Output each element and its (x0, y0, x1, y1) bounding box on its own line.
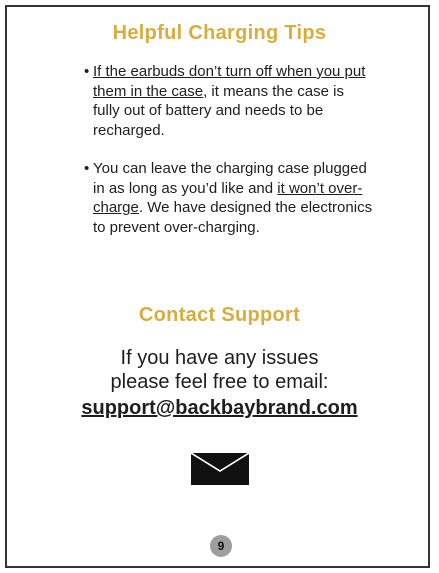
charging-tips-heading: Helpful Charging Tips (112, 22, 327, 44)
contact-line-1: If you have any issues (120, 347, 319, 369)
page-number-badge: 9 (210, 535, 232, 557)
contact-block: If you have any issues please feel free … (0, 346, 439, 420)
support-email-link[interactable]: support@backbaybrand.com (81, 396, 357, 420)
contact-support-heading: Contact Support (138, 304, 301, 326)
bullet-icon: • (84, 63, 90, 80)
tip-item: • If the earbuds don’t turn off when you … (84, 62, 374, 140)
tip-item: • You can leave the charging case plugged… (84, 159, 374, 237)
charging-tips-list: • If the earbuds don’t turn off when you … (84, 62, 374, 256)
envelope-icon (191, 453, 249, 485)
contact-line-2: please feel free to email: (110, 371, 329, 393)
bullet-icon: • (84, 160, 90, 177)
